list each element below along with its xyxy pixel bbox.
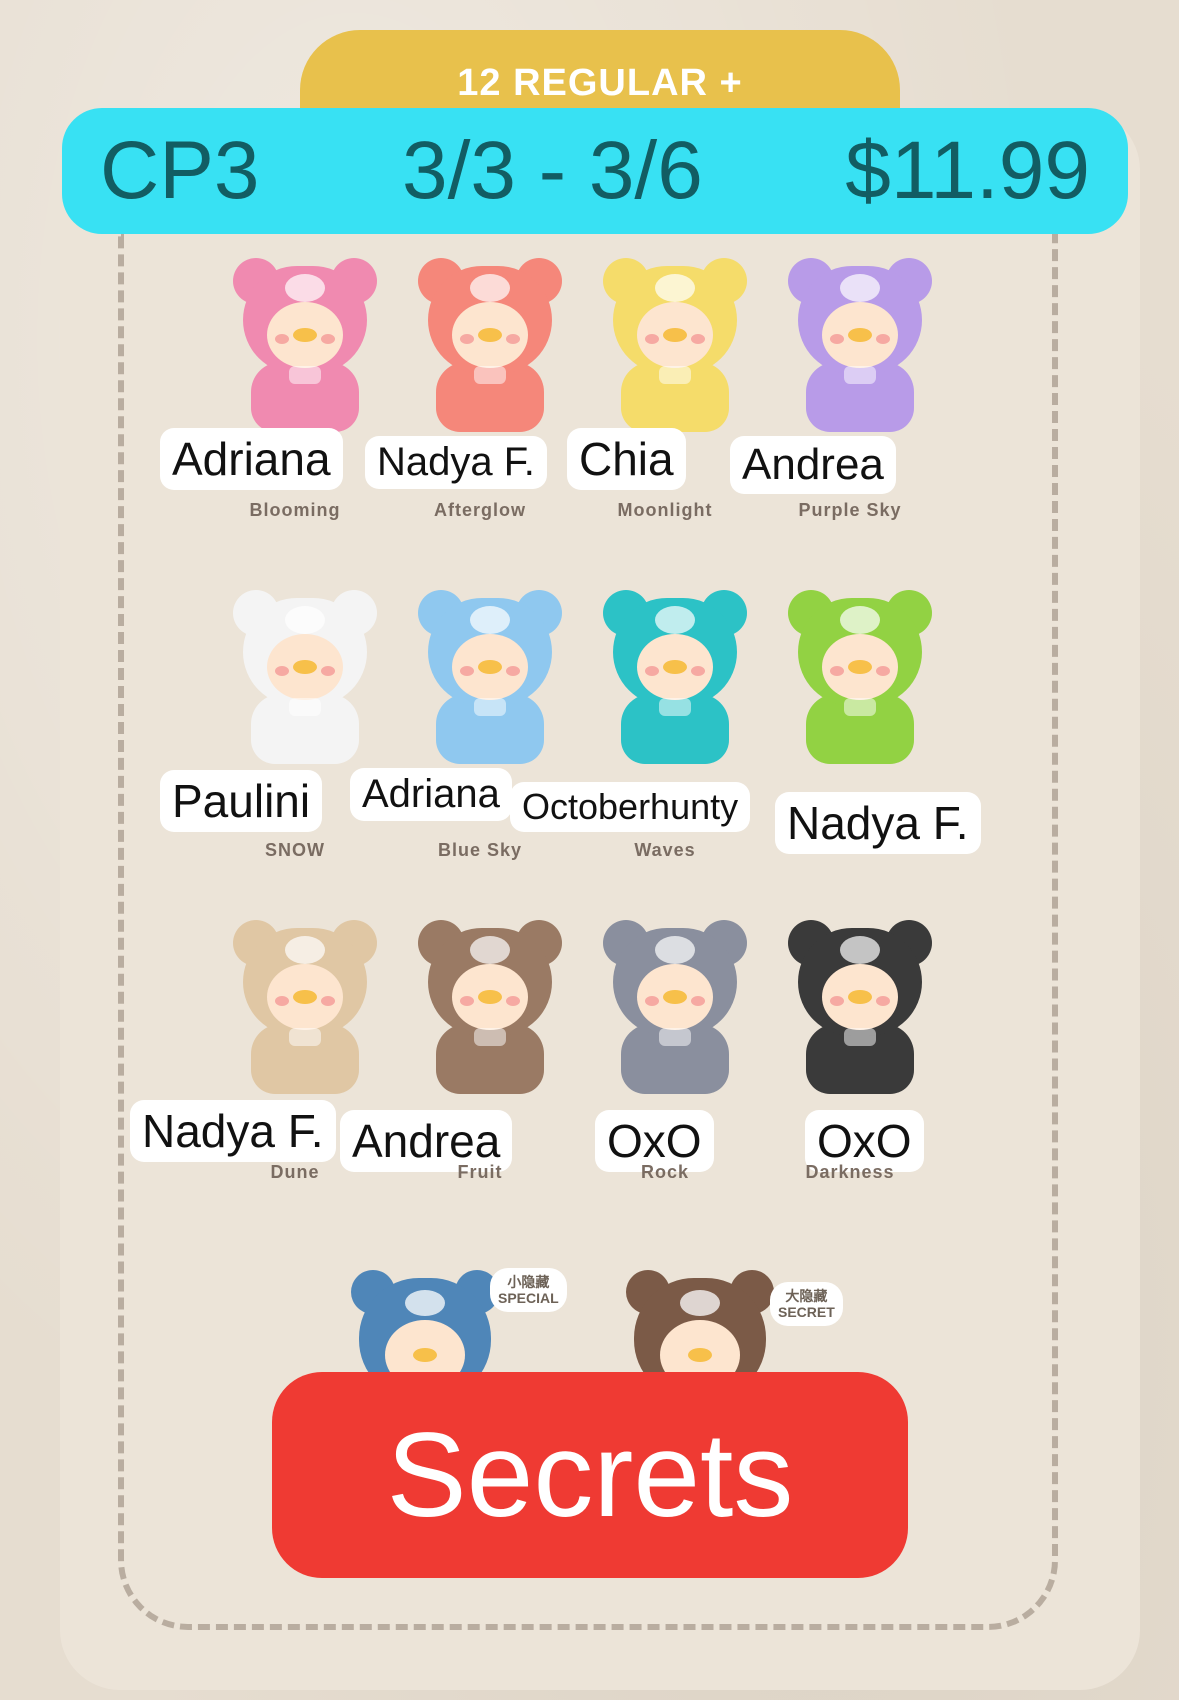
- bear-figure: [225, 258, 385, 433]
- figure-item[interactable]: Andrea Fruit: [340, 920, 590, 1182]
- special-label: SPECIAL: [498, 1290, 559, 1307]
- figure-name-label: Nadya F.: [130, 1100, 336, 1162]
- collection-code: CP3: [100, 125, 260, 216]
- figure-item[interactable]: Nadya F.: [760, 590, 981, 854]
- figure-name-label: Chia: [567, 428, 686, 490]
- series-label: Afterglow: [434, 500, 526, 520]
- bear-figure: [595, 920, 755, 1095]
- figure-name-label: Octoberhunty: [510, 782, 751, 832]
- secret-label-cn: 大隐藏: [785, 1288, 828, 1304]
- figure-item[interactable]: OxO Darkness: [760, 920, 960, 1182]
- series-label: Waves: [634, 840, 696, 860]
- series-label: Blooming: [249, 500, 341, 520]
- bear-figure: [780, 920, 940, 1095]
- series-label: SNOW: [265, 840, 325, 860]
- figure-item[interactable]: OxO Rock: [575, 920, 775, 1182]
- series-label: Moonlight: [617, 500, 713, 520]
- secrets-button[interactable]: Secrets: [272, 1372, 908, 1578]
- figure-name-label: Adriana: [350, 768, 512, 821]
- series-label: Darkness: [805, 1162, 895, 1182]
- figure-item[interactable]: Andrea Purple Sky: [730, 258, 960, 520]
- special-label-cn: 小隐藏: [507, 1274, 550, 1290]
- tab-label: 12 REGULAR +: [457, 62, 743, 104]
- secret-sticker: 大隐藏 SECRET: [770, 1282, 843, 1327]
- bear-figure: [410, 920, 570, 1095]
- bear-figure: [595, 590, 755, 765]
- bear-figure: [780, 258, 940, 433]
- figure-name-label: Nadya F.: [365, 436, 547, 489]
- special-sticker: 小隐藏 SPECIAL: [490, 1268, 567, 1313]
- bear-figure: [780, 590, 940, 765]
- figure-item[interactable]: Octoberhunty Waves: [510, 590, 775, 860]
- figure-name-label: Andrea: [730, 436, 896, 494]
- bear-figure: [225, 920, 385, 1095]
- date-range: 3/3 - 3/6: [401, 125, 703, 216]
- secret-label: SECRET: [778, 1304, 835, 1321]
- figure-name-label: Paulini: [160, 770, 323, 832]
- price: $11.99: [845, 125, 1090, 216]
- bear-figure: [225, 590, 385, 765]
- series-label: Blue Sky: [437, 840, 523, 860]
- figure-item[interactable]: Nadya F. Afterglow: [365, 258, 590, 520]
- series-label: Fruit: [457, 1162, 503, 1182]
- figure-name-label: Adriana: [160, 428, 343, 490]
- series-label: Purple Sky: [798, 500, 902, 520]
- bear-figure: [410, 590, 570, 765]
- series-label: Rock: [640, 1162, 689, 1182]
- bear-figure: [595, 258, 755, 433]
- bear-figure: [410, 258, 570, 433]
- figure-name-label: Nadya F.: [775, 792, 981, 854]
- header-bar: CP3 3/3 - 3/6 $11.99: [62, 108, 1128, 234]
